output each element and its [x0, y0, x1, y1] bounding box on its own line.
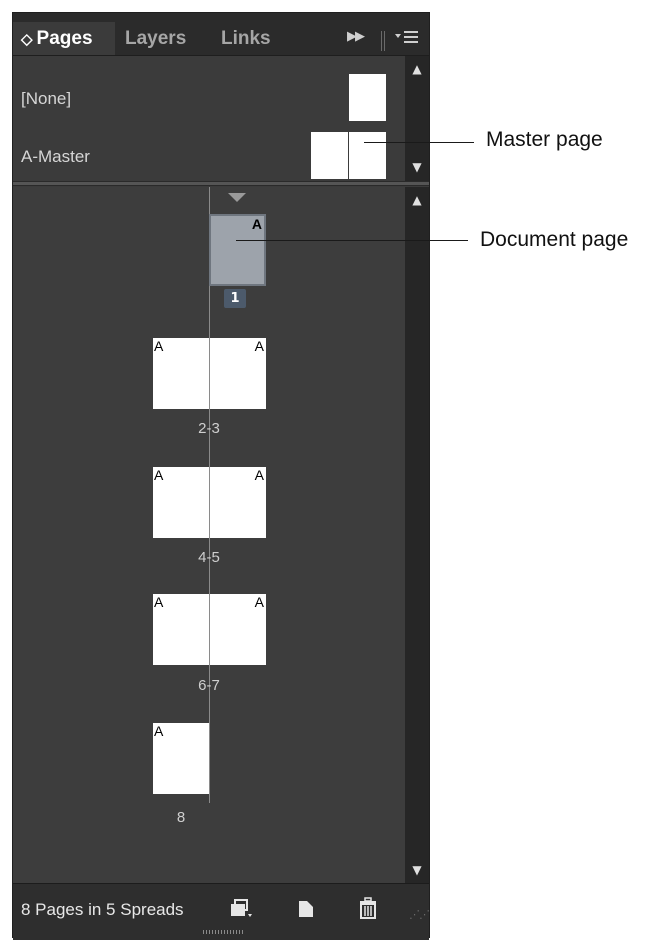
- page-count-status: 8 Pages in 5 Spreads: [21, 900, 184, 919]
- master-prefix: A: [254, 594, 264, 610]
- section-divider[interactable]: [13, 181, 429, 186]
- tab-layers[interactable]: Layers: [117, 22, 213, 55]
- document-page-callout-line: [236, 240, 468, 241]
- panel-footer: 8 Pages in 5 Spreads ⋰⋰: [13, 883, 430, 940]
- page-thumbnail-6[interactable]: A: [153, 594, 209, 665]
- tab-pages[interactable]: ◇ Pages: [13, 22, 115, 55]
- master-prefix: A: [251, 216, 262, 232]
- tab-layers-label: Layers: [125, 28, 187, 49]
- pages-scrollbar[interactable]: ▲ ▼: [405, 187, 429, 883]
- tab-links[interactable]: Links: [213, 22, 291, 55]
- edit-page-size-button[interactable]: [225, 894, 255, 924]
- master-prefix: A: [154, 338, 164, 354]
- tab-divider: [384, 31, 385, 51]
- spread-label: 8: [176, 809, 186, 826]
- resize-grip-icon[interactable]: ⋰⋰: [409, 908, 430, 921]
- tab-pages-label: Pages: [36, 28, 93, 49]
- master-scrollbar[interactable]: ▲ ▼: [405, 56, 429, 181]
- scroll-down-icon[interactable]: ▼: [409, 160, 425, 174]
- page-thumbnail-8[interactable]: A: [153, 723, 209, 794]
- collapse-caret-icon[interactable]: ◇: [21, 31, 33, 48]
- master-a-left-thumbnail[interactable]: [311, 132, 348, 179]
- spread-label: 4-5: [198, 549, 220, 566]
- scroll-down-icon[interactable]: ▼: [409, 863, 425, 877]
- page-thumbnail-2[interactable]: A: [153, 338, 209, 409]
- spread-label: 6-7: [198, 677, 220, 694]
- master-a-label[interactable]: A-Master: [21, 147, 90, 167]
- page-thumbnail-7[interactable]: A: [210, 594, 266, 665]
- tab-divider: [381, 31, 382, 51]
- page-thumbnail-4[interactable]: A: [153, 467, 209, 538]
- document-page-callout: Document page: [480, 228, 629, 251]
- spread-label: 2-3: [198, 420, 220, 437]
- current-page-indicator-icon: [228, 193, 246, 202]
- create-new-page-button[interactable]: [291, 894, 321, 924]
- tab-links-label: Links: [221, 28, 271, 49]
- pages-panel: ◇ Pages Layers Links ▶▶ [None] A-Master ▲: [12, 12, 430, 940]
- panel-menu-icon[interactable]: [393, 28, 421, 50]
- master-prefix: A: [154, 467, 164, 483]
- master-pages-section: [None] A-Master ▲ ▼: [13, 56, 429, 181]
- panel-tab-bar: ◇ Pages Layers Links ▶▶: [13, 13, 429, 56]
- document-pages-area: A A A 2-3 A A 4-5 A A 6-7 A 8: [13, 187, 405, 883]
- master-page-callout-line: [364, 142, 474, 143]
- panel-resize-handle[interactable]: [203, 930, 243, 934]
- page-size-icon: [231, 899, 252, 917]
- master-prefix: A: [254, 467, 264, 483]
- master-prefix: A: [154, 723, 164, 739]
- page-thumbnail-5[interactable]: A: [210, 467, 266, 538]
- page-number-badge: 1: [224, 289, 246, 308]
- page-thumbnail-1[interactable]: A: [209, 214, 266, 286]
- delete-page-button[interactable]: [353, 894, 383, 924]
- master-none-label[interactable]: [None]: [21, 89, 71, 109]
- page-thumbnail-3[interactable]: A: [210, 338, 266, 409]
- master-a-right-thumbnail[interactable]: [349, 132, 386, 179]
- expand-panels-icon[interactable]: ▶▶: [347, 29, 365, 44]
- trash-icon: [360, 897, 376, 919]
- scroll-up-icon[interactable]: ▲: [409, 62, 425, 76]
- master-prefix: A: [254, 338, 264, 354]
- scroll-up-icon[interactable]: ▲: [409, 193, 425, 207]
- master-page-callout: Master page: [486, 128, 603, 151]
- master-prefix: A: [154, 594, 164, 610]
- new-page-icon: [299, 901, 313, 917]
- master-none-thumbnail[interactable]: [349, 74, 386, 121]
